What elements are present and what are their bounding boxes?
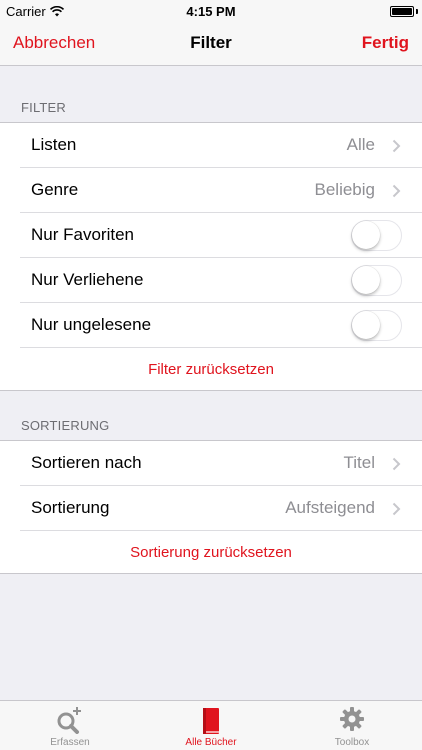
chevron-right-icon [392,502,401,516]
lent-toggle[interactable] [351,265,402,296]
tab-alle-buecher-label: Alle Bücher [185,737,237,748]
page-title: Filter [190,33,232,52]
sort-by-value: Titel [343,453,376,472]
sort-group: Sortieren nach Titel Sortierung Aufsteig… [0,440,422,574]
unread-row: Nur ungelesene [0,303,422,348]
sort-order-label: Sortierung [31,498,110,517]
reset-filter-label: Filter zurücksetzen [148,361,274,378]
sort-by-label: Sortieren nach [31,453,142,472]
lent-label: Nur Verliehene [31,270,144,289]
chevron-right-icon [392,139,401,153]
status-time: 4:15 PM [186,4,236,19]
gear-icon [340,707,364,731]
reset-sort-label: Sortierung zurücksetzen [130,544,292,561]
unread-toggle[interactable] [351,310,402,341]
tab-erfassen-label: Erfassen [50,737,90,748]
sort-order-value: Aufsteigend [285,498,375,517]
tab-bar: Erfassen Alle Bücher Toolbox [0,700,422,750]
genre-value: Beliebig [314,180,376,199]
unread-label: Nur ungelesene [31,315,152,334]
status-bar: Carrier 4:15 PM [0,0,422,22]
lent-row: Nur Verliehene [0,258,422,303]
reset-filter-button[interactable]: Filter zurücksetzen [0,348,422,392]
search-plus-icon [57,707,81,734]
tab-alle-buecher[interactable]: Alle Bücher [141,701,281,750]
sort-order-row[interactable]: Sortierung Aufsteigend [0,486,422,531]
favorites-toggle[interactable] [351,220,402,251]
tab-toolbox-label: Toolbox [334,737,370,748]
tab-erfassen[interactable]: Erfassen [0,701,140,750]
sort-section-header: SORTIERUNG [21,418,110,433]
listen-value: Alle [346,135,375,154]
navigation-bar: Abbrechen Filter Fertig [0,22,422,66]
listen-label: Listen [31,135,77,154]
tab-toolbox[interactable]: Toolbox [282,701,422,750]
genre-label: Genre [31,180,79,199]
done-button[interactable]: Fertig [362,33,409,53]
genre-row[interactable]: Genre Beliebig [0,168,422,213]
reset-sort-button[interactable]: Sortierung zurücksetzen [0,531,422,575]
favorites-label: Nur Favoriten [31,225,134,244]
sort-by-row[interactable]: Sortieren nach Titel [0,441,422,486]
battery-icon [390,6,414,17]
filter-section-header: FILTER [21,100,67,115]
listen-row[interactable]: Listen Alle [0,123,422,168]
filter-group: Listen Alle Genre Beliebig Nur Favoriten… [0,122,422,391]
chevron-right-icon [392,184,401,198]
favorites-row: Nur Favoriten [0,213,422,258]
book-icon [203,708,219,734]
chevron-right-icon [392,457,401,471]
